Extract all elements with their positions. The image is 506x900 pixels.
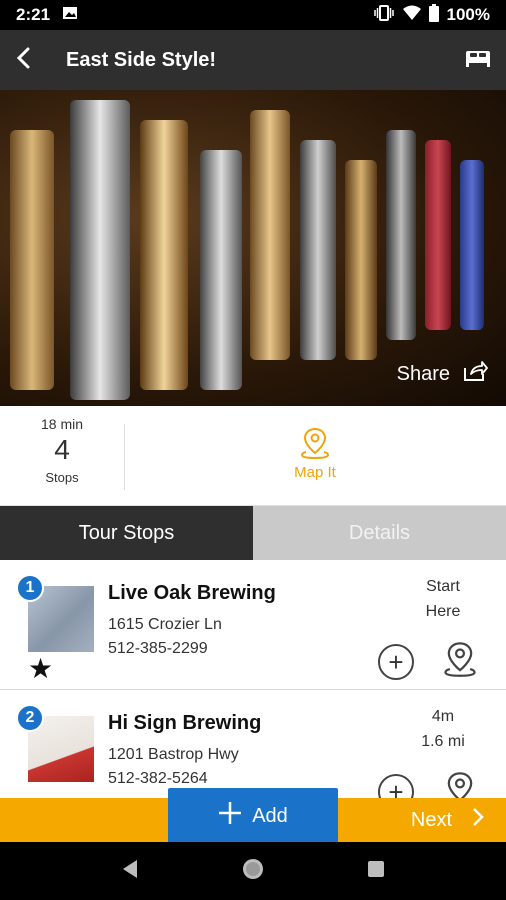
stop-number-badge: 2 bbox=[16, 704, 44, 732]
stop-meta-line1: Start bbox=[426, 578, 460, 595]
wifi-icon bbox=[402, 5, 421, 26]
battery-percent: 100% bbox=[446, 5, 490, 24]
next-label: Next bbox=[410, 808, 452, 831]
status-right: 100% bbox=[373, 3, 490, 27]
stop-name: Hi Sign Brewing bbox=[108, 712, 262, 734]
nav-recents-icon[interactable] bbox=[367, 860, 385, 883]
beer-tap bbox=[345, 160, 377, 360]
plus-icon: + bbox=[388, 646, 404, 677]
stop-phone[interactable]: 512-382-5264 bbox=[108, 770, 208, 788]
back-arrow-icon bbox=[16, 47, 32, 74]
bed-icon bbox=[465, 48, 491, 73]
stop-phone[interactable]: 512-385-2299 bbox=[108, 640, 208, 658]
star-icon: ★ bbox=[28, 653, 54, 684]
map-it-button[interactable]: Map It bbox=[270, 426, 360, 481]
stop-meta: 4m 1.6 mi bbox=[408, 704, 478, 754]
stop-number-badge: 1 bbox=[16, 574, 44, 602]
stop-name: Live Oak Brewing bbox=[108, 582, 276, 604]
beer-tap bbox=[70, 100, 130, 400]
stop-address: 1615 Crozier Ln bbox=[108, 616, 222, 633]
add-stop-button[interactable]: + bbox=[378, 774, 414, 798]
stop-map-button[interactable] bbox=[442, 640, 478, 683]
stop-map-button[interactable] bbox=[442, 770, 478, 798]
image-notification-icon bbox=[62, 5, 78, 26]
beer-tap bbox=[386, 130, 416, 340]
share-label: Share bbox=[396, 362, 450, 385]
stop-meta-line2: Here bbox=[425, 603, 461, 620]
share-button[interactable]: Share bbox=[397, 360, 488, 388]
tour-summary: 18 min 4 Stops bbox=[0, 406, 124, 506]
tour-hero-image: Share bbox=[0, 90, 506, 406]
beer-tap bbox=[10, 130, 54, 390]
map-pin-icon bbox=[270, 426, 360, 464]
plus-icon: + bbox=[388, 776, 404, 799]
add-label: Add bbox=[252, 804, 288, 827]
lodging-button[interactable] bbox=[450, 30, 506, 90]
tab-bar: Tour Stops Details bbox=[0, 506, 506, 560]
beer-tap bbox=[425, 140, 451, 330]
stats-divider bbox=[124, 424, 125, 490]
beer-tap bbox=[250, 110, 290, 360]
stop-meta-line2: 1.6 mi bbox=[421, 733, 465, 750]
battery-icon bbox=[428, 3, 439, 27]
tour-stats: 18 min 4 Stops Map It bbox=[0, 406, 506, 506]
next-button[interactable]: Next bbox=[411, 798, 484, 842]
status-time: 2:21 bbox=[16, 5, 51, 24]
list-item[interactable]: 2 Hi Sign Brewing 1201 Bastrop Hwy 512-3… bbox=[0, 690, 506, 798]
beer-tap bbox=[460, 160, 484, 330]
map-pin-icon bbox=[442, 642, 478, 682]
beer-tap bbox=[140, 120, 188, 390]
app-bar: East Side Style! bbox=[0, 30, 506, 90]
vibrate-icon bbox=[373, 4, 395, 26]
chevron-right-icon bbox=[472, 807, 484, 833]
share-icon bbox=[462, 360, 488, 388]
add-stop-button[interactable]: + bbox=[378, 644, 414, 680]
status-bar: 2:21 100% bbox=[0, 0, 506, 30]
add-button[interactable]: Add bbox=[168, 788, 338, 844]
tab-details[interactable]: Details bbox=[253, 506, 506, 560]
list-item[interactable]: 1 ★ Live Oak Brewing 1615 Crozier Ln 512… bbox=[0, 560, 506, 690]
back-button[interactable] bbox=[0, 30, 48, 90]
nav-back-icon[interactable] bbox=[121, 859, 139, 884]
stop-address: 1201 Bastrop Hwy bbox=[108, 746, 239, 763]
system-nav-bar bbox=[0, 842, 506, 900]
tab-tour-stops[interactable]: Tour Stops bbox=[0, 506, 253, 560]
beer-tap bbox=[300, 140, 336, 360]
stops-label: Stops bbox=[45, 470, 79, 485]
stop-meta-line1: 4m bbox=[431, 708, 455, 725]
nav-home-icon[interactable] bbox=[241, 857, 265, 886]
tour-duration: 18 min bbox=[40, 416, 84, 432]
plus-icon bbox=[218, 801, 242, 831]
stops-list[interactable]: 1 ★ Live Oak Brewing 1615 Crozier Ln 512… bbox=[0, 560, 506, 798]
map-it-label: Map It bbox=[294, 464, 336, 481]
beer-tap bbox=[200, 150, 242, 390]
stop-meta: Start Here bbox=[408, 574, 478, 624]
stop-count: 4 bbox=[54, 434, 70, 465]
page-title: East Side Style! bbox=[66, 48, 217, 71]
